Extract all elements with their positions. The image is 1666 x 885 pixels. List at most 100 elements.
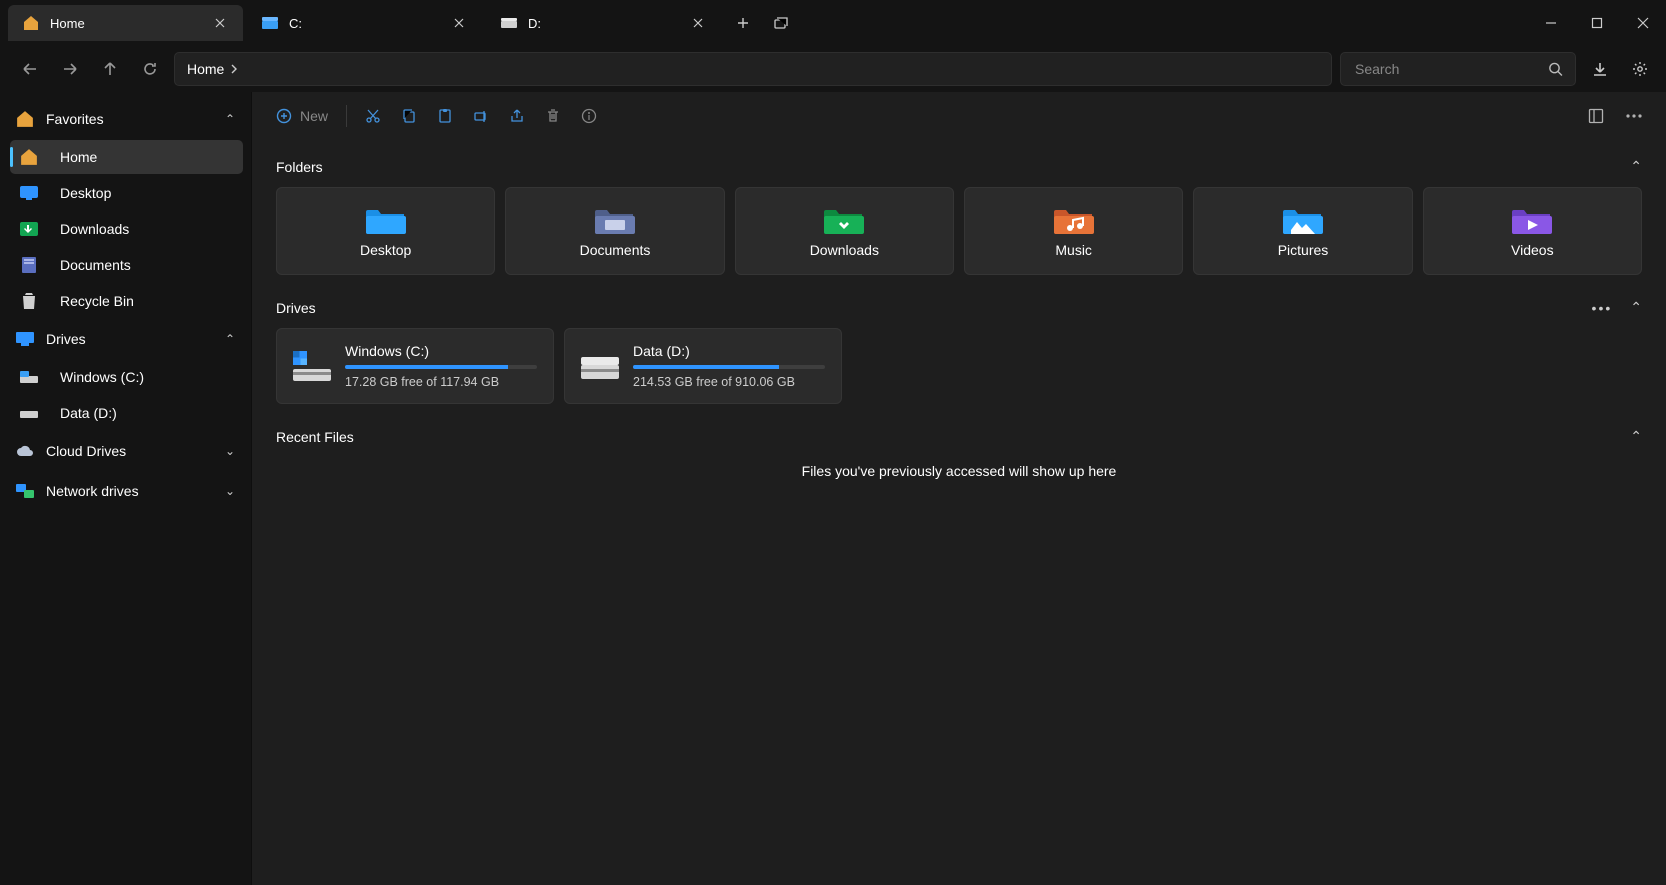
close-icon[interactable] [211,14,229,32]
properties-button[interactable] [573,100,605,132]
close-icon[interactable] [689,14,707,32]
folder-videos[interactable]: Videos [1423,187,1642,275]
tab-home[interactable]: Home [8,5,243,41]
search-input[interactable] [1353,60,1548,78]
recent-empty-message: Files you've previously accessed will sh… [276,463,1642,479]
folder-icon [595,204,635,234]
downloads-button[interactable] [1584,53,1616,85]
paste-button[interactable] [429,100,461,132]
section-title: Recent Files [276,429,354,445]
new-button[interactable]: New [268,100,336,132]
documents-icon [20,256,38,274]
tabs: Home C: D: [8,5,725,41]
folder-label: Pictures [1278,242,1329,258]
sidebar: Favorites ⌃ Home Desktop Downloads Do [0,92,252,885]
new-label: New [300,108,328,124]
recycle-icon [20,292,38,310]
close-icon[interactable] [450,14,468,32]
drive-icon [20,368,38,386]
folder-label: Documents [580,242,651,258]
rename-icon [473,108,489,124]
folder-pictures[interactable]: Pictures [1193,187,1412,275]
folder-desktop[interactable]: Desktop [276,187,495,275]
sidebar-item-home[interactable]: Home [10,140,243,174]
copy-button[interactable] [393,100,425,132]
drive-d[interactable]: Data (D:) 214.53 GB free of 910.06 GB [564,328,842,404]
more-icon [1626,114,1642,118]
drive-free-text: 214.53 GB free of 910.06 GB [633,375,825,389]
chevron-up-icon: ⌃ [225,332,235,346]
folder-downloads[interactable]: Downloads [735,187,954,275]
tab-overview-button[interactable] [765,7,797,39]
folder-icon [1054,204,1094,234]
folder-label: Downloads [810,242,879,258]
refresh-button[interactable] [134,53,166,85]
network-icon [16,482,34,500]
delete-button[interactable] [537,100,569,132]
sidebar-item-label: Documents [60,257,131,273]
drive-name: Data (D:) [633,343,825,359]
close-window-button[interactable] [1620,0,1666,46]
section-title: Folders [276,159,323,175]
drive-c[interactable]: Windows (C:) 17.28 GB free of 117.94 GB [276,328,554,404]
drive-name: Windows (C:) [345,343,537,359]
folder-documents[interactable]: Documents [505,187,724,275]
sidebar-item-recycle-bin[interactable]: Recycle Bin [10,284,243,318]
folders-grid: Desktop Documents Downloads Music Pictur… [276,187,1642,275]
sidebar-section-network[interactable]: Network drives ⌄ [6,472,245,510]
sidebar-item-label: Recycle Bin [60,293,134,309]
address-bar[interactable]: Home [174,52,1332,86]
drive-icon [20,404,38,422]
share-button[interactable] [501,100,533,132]
info-icon [581,108,597,124]
section-recent-header[interactable]: Recent Files ⌃ [276,428,1642,445]
sidebar-section-label: Drives [46,331,86,347]
drive-usage-bar [633,365,825,369]
more-button[interactable] [1618,100,1650,132]
up-button[interactable] [94,53,126,85]
desktop-icon [20,184,38,202]
sidebar-section-favorites[interactable]: Favorites ⌃ [6,100,245,138]
section-drives-header[interactable]: Drives ••• ⌃ [276,299,1642,316]
copy-icon [401,108,417,124]
more-icon[interactable]: ••• [1592,300,1613,316]
maximize-button[interactable] [1574,0,1620,46]
drive-free-text: 17.28 GB free of 117.94 GB [345,375,537,389]
folder-icon [1512,204,1552,234]
sidebar-section-label: Network drives [46,483,139,499]
folder-label: Music [1055,242,1092,258]
sidebar-section-drives[interactable]: Drives ⌃ [6,320,245,358]
rename-button[interactable] [465,100,497,132]
separator [346,105,347,127]
folder-icon [824,204,864,234]
sidebar-item-drive-d[interactable]: Data (D:) [10,396,243,430]
sidebar-item-downloads[interactable]: Downloads [10,212,243,246]
sidebar-item-label: Downloads [60,221,129,237]
cut-button[interactable] [357,100,389,132]
content: New [252,92,1666,885]
tab-label: Home [50,16,201,31]
sidebar-item-drive-c[interactable]: Windows (C:) [10,360,243,394]
tab-d[interactable]: D: [486,5,721,41]
toolbar: New [252,92,1666,140]
settings-button[interactable] [1624,53,1656,85]
folder-music[interactable]: Music [964,187,1183,275]
drive-icon [500,14,518,32]
sidebar-item-documents[interactable]: Documents [10,248,243,282]
chevron-down-icon: ⌄ [225,444,235,458]
back-button[interactable] [14,53,46,85]
forward-button[interactable] [54,53,86,85]
minimize-button[interactable] [1528,0,1574,46]
chevron-up-icon: ⌃ [1630,428,1642,445]
section-folders-header[interactable]: Folders ⌃ [276,158,1642,175]
new-tab-button[interactable] [727,7,759,39]
sidebar-item-desktop[interactable]: Desktop [10,176,243,210]
sidebar-item-label: Data (D:) [60,405,117,421]
sidebar-section-label: Cloud Drives [46,443,126,459]
search-box[interactable] [1340,52,1576,86]
sidebar-section-cloud[interactable]: Cloud Drives ⌄ [6,432,245,470]
layout-button[interactable] [1580,100,1612,132]
folder-label: Desktop [360,242,411,258]
tab-c[interactable]: C: [247,5,482,41]
plus-circle-icon [276,108,292,124]
